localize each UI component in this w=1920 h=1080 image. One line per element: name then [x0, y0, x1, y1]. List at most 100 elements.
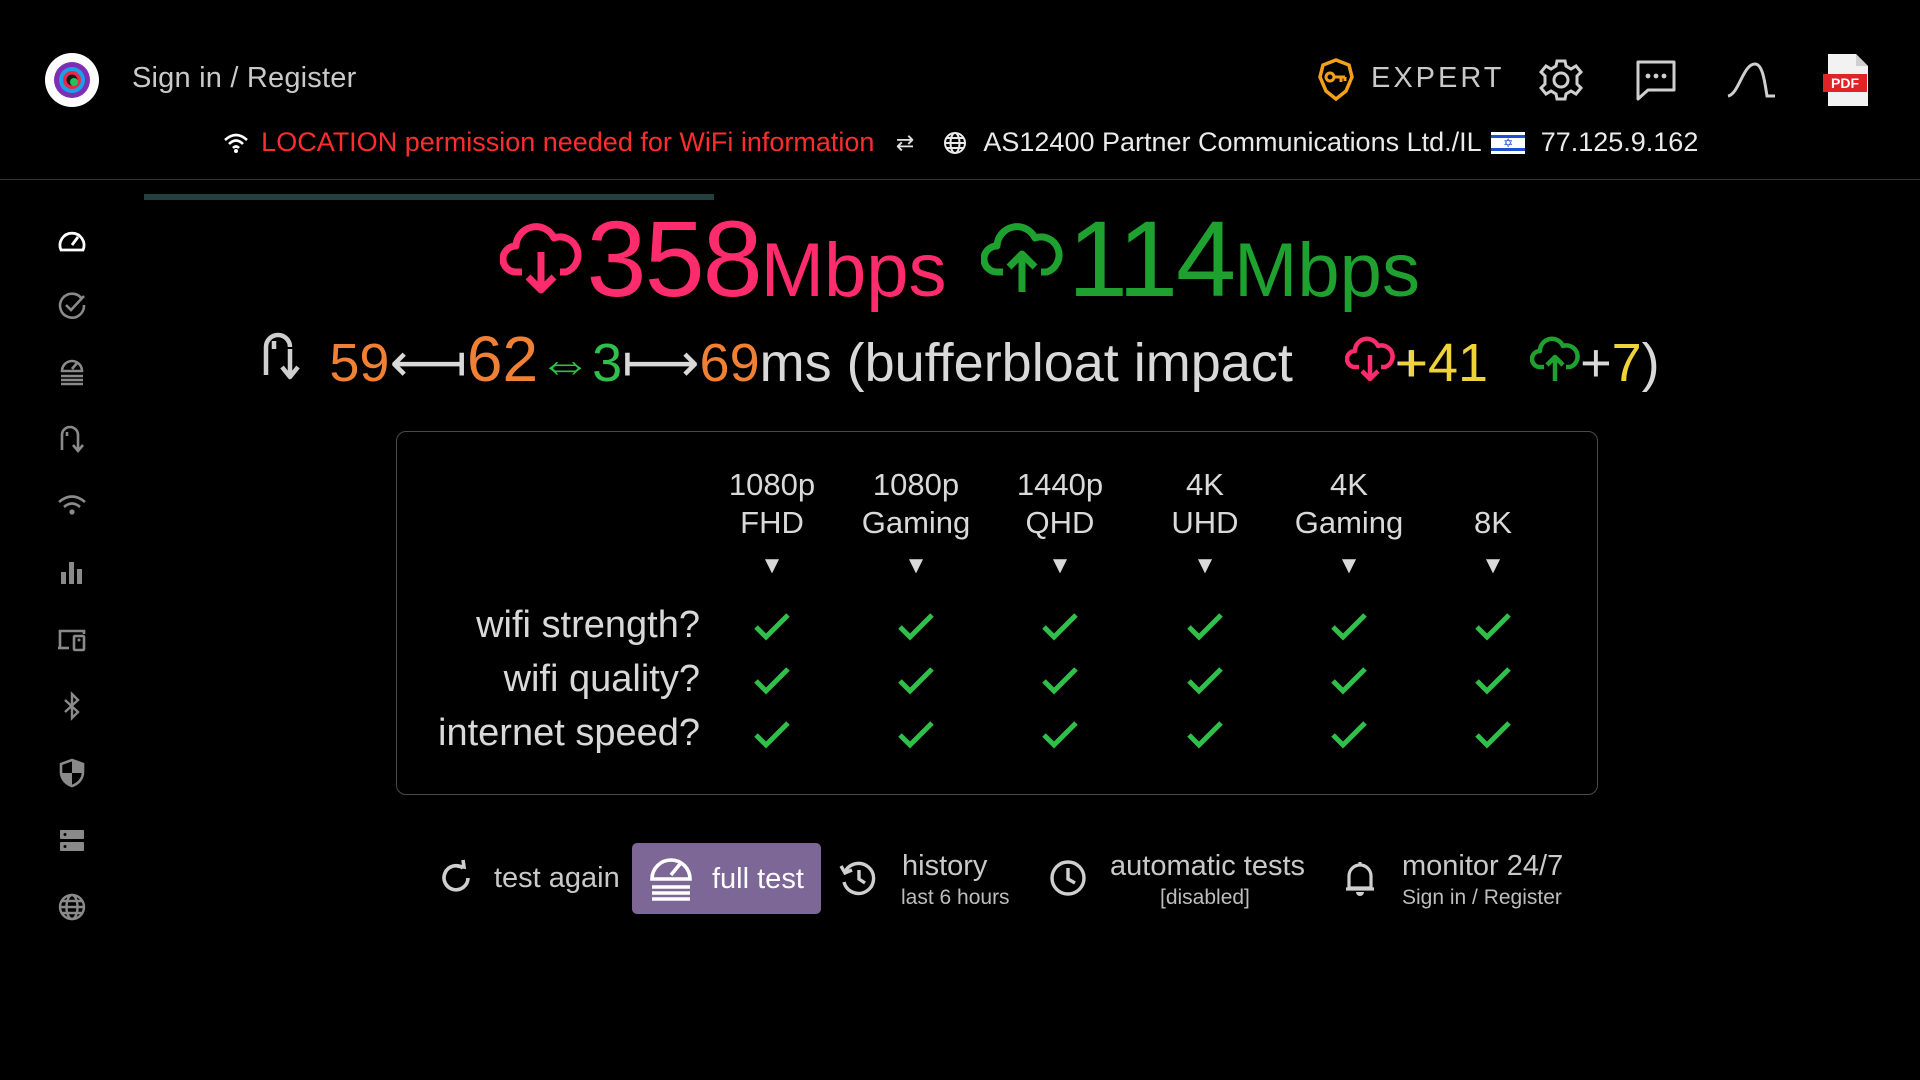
arrow-left: ⟻ — [389, 333, 467, 393]
check-icon — [752, 718, 792, 752]
latency-max: 69 — [699, 333, 760, 393]
column-header: 1080p Gaming — [841, 466, 991, 542]
column-header-line2: 8K — [1474, 505, 1512, 540]
check-icon — [1040, 718, 1080, 752]
monitor-button[interactable]: monitor 24/7 Sign in / Register — [1340, 840, 1570, 912]
check-icon — [1185, 664, 1225, 698]
history-icon — [838, 858, 878, 898]
column-arrow-icon: ▼ — [1337, 552, 1361, 579]
column-header-line1: 1080p — [728, 467, 816, 502]
jitter-value: 3 — [592, 333, 623, 393]
row-label: internet speed? — [438, 712, 700, 754]
check-icon — [752, 610, 792, 644]
column-arrow-icon: ▼ — [1193, 552, 1217, 579]
download-cloud-icon — [500, 216, 582, 296]
column-header-line1: 1080p — [872, 467, 960, 502]
globe-icon — [942, 130, 968, 156]
column-arrow-icon: ▼ — [760, 552, 784, 579]
upload-speed-value: 114 — [1067, 198, 1236, 319]
expert-label[interactable]: EXPERT — [1371, 62, 1505, 95]
settings-icon[interactable] — [1535, 54, 1587, 106]
latency-close: ) — [1641, 333, 1660, 393]
check-icon — [1473, 664, 1513, 698]
check-icon — [1473, 718, 1513, 752]
column-header: 4K UHD — [1130, 466, 1280, 542]
latency-icon — [260, 329, 308, 381]
check-icon — [1040, 664, 1080, 698]
check-icon — [1329, 718, 1369, 752]
column-arrow-icon: ▼ — [904, 552, 928, 579]
automatic-tests-button[interactable]: automatic tests [disabled] — [1048, 840, 1310, 912]
upload-cloud-icon — [981, 216, 1063, 296]
monitor-label: monitor 24/7 — [1402, 850, 1564, 882]
refresh-icon — [436, 858, 476, 898]
check-icon — [1040, 610, 1080, 644]
check-icon — [1185, 610, 1225, 644]
ip-address: 77.125.9.162 — [1540, 127, 1699, 158]
wifi-icon — [222, 130, 250, 156]
full-test-button[interactable]: full test — [632, 843, 821, 914]
column-header-line1: 1440p — [1016, 467, 1104, 502]
bar-chart-icon[interactable] — [56, 556, 88, 588]
history-button[interactable]: history last 6 hours — [838, 840, 1018, 912]
pdf-icon[interactable]: PDF — [1822, 52, 1872, 108]
graph-icon[interactable] — [1725, 54, 1777, 106]
clock-icon — [1048, 858, 1088, 898]
check-icon — [1473, 610, 1513, 644]
row-label: wifi strength? — [476, 604, 700, 646]
speedtest-icon — [648, 853, 694, 903]
expert-key-icon[interactable] — [1316, 57, 1356, 103]
test-again-button[interactable]: test again — [432, 840, 622, 912]
sign-in-link[interactable]: Sign in / Register — [132, 62, 356, 95]
server-icon[interactable] — [56, 824, 88, 856]
logo-icon[interactable] — [45, 53, 99, 107]
globe-icon[interactable] — [56, 891, 88, 923]
row-label: wifi quality? — [503, 658, 700, 700]
check-icon — [896, 718, 936, 752]
devices-icon[interactable] — [56, 623, 88, 655]
latency-idle: 59 — [329, 333, 390, 393]
info-bar: LOCATION permission needed for WiFi info… — [0, 126, 1920, 158]
check-icon — [1185, 718, 1225, 752]
history-sublabel: last 6 hours — [901, 886, 1010, 909]
column-header-line2: Gaming — [1294, 505, 1404, 540]
download-speed-value: 358 — [586, 198, 763, 319]
full-test-label: full test — [712, 863, 804, 895]
check-icon — [752, 664, 792, 698]
upload-impact-plus: + — [1580, 333, 1612, 393]
swap-arrows-icon: ⇄ — [895, 129, 915, 155]
location-permission-warning[interactable]: LOCATION permission needed for WiFi info… — [261, 127, 874, 158]
latency-loaded: 62 — [466, 323, 539, 395]
download-impact-value: +41 — [1396, 333, 1489, 393]
test-again-label: test again — [494, 862, 620, 894]
wifi-icon[interactable] — [56, 489, 88, 521]
column-header-line1: 4K — [1186, 467, 1224, 502]
shield-icon[interactable] — [56, 757, 88, 789]
column-header-line2: Gaming — [861, 505, 971, 540]
column-header-line1 — [1418, 466, 1568, 504]
svg-text:PDF: PDF — [1831, 75, 1859, 91]
column-arrow-icon: ▼ — [1048, 552, 1072, 579]
check-icon — [1329, 664, 1369, 698]
latency-results: 59⟻62⇔3⟼69ms (bufferbloat impact ++41 +7… — [0, 322, 1920, 396]
israel-flag-icon: ✡ — [1491, 131, 1526, 154]
bluetooth-icon[interactable] — [56, 690, 88, 722]
column-header: 1440p QHD — [985, 466, 1135, 542]
column-header-line2: UHD — [1171, 505, 1239, 540]
history-label: history — [902, 850, 988, 882]
column-header-line2: QHD — [1025, 505, 1095, 540]
column-header: 4K Gaming — [1274, 466, 1424, 542]
download-speed-unit: Mbps — [760, 228, 947, 313]
column-header: 1080p FHD — [697, 466, 847, 542]
chat-icon[interactable] — [1630, 54, 1682, 106]
check-icon — [896, 664, 936, 698]
jitter-arrow: ⇔ — [538, 333, 593, 393]
latency-suffix: ms (bufferbloat impact — [759, 333, 1293, 393]
column-header-line1: 4K — [1330, 467, 1368, 502]
automatic-tests-sublabel: [disabled] — [1160, 886, 1250, 909]
column-header: 8K — [1418, 466, 1568, 542]
automatic-tests-label: automatic tests — [1110, 850, 1306, 882]
bell-icon — [1340, 858, 1380, 898]
latency-icon[interactable] — [56, 422, 88, 454]
check-icon — [896, 610, 936, 644]
